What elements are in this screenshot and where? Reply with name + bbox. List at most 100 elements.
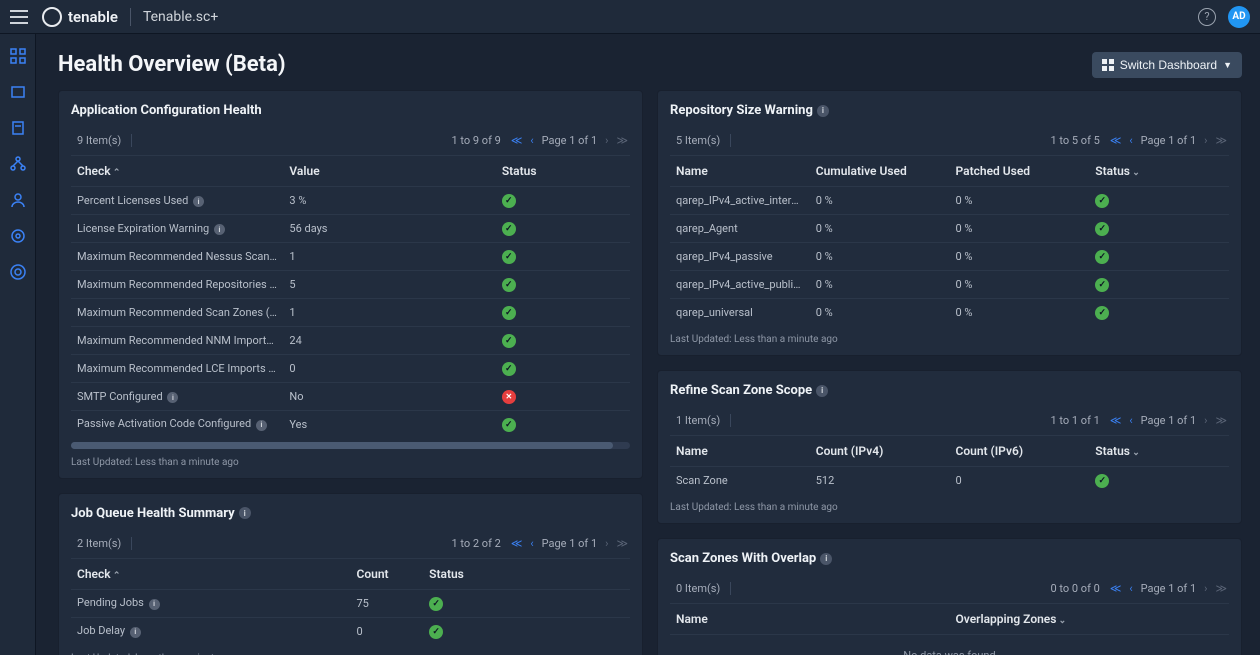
page-first-icon[interactable]: ≪ — [511, 134, 523, 147]
col-status[interactable]: Status — [496, 156, 630, 187]
card-app-config-health: Application Configuration Health 9 Item(… — [58, 90, 643, 479]
table-row[interactable]: Job Delay i0 — [71, 617, 630, 645]
info-icon[interactable]: i — [214, 224, 225, 235]
table-row[interactable]: qarep_Agent0 %0 % — [670, 215, 1229, 243]
pager: 1 Item(s) 1 to 1 of 1 ≪ ‹ Page 1 of 1 › … — [670, 408, 1229, 436]
pager: 5 Item(s) 1 to 5 of 5 ≪ ‹ Page 1 of 1 › … — [670, 128, 1229, 156]
avatar[interactable]: AD — [1228, 6, 1250, 28]
pager: 9 Item(s) 1 to 9 of 9 ≪ ‹ Page 1 of 1 › … — [71, 128, 630, 156]
col-patched[interactable]: Patched Used — [950, 156, 1090, 187]
page-indicator: Page 1 of 1 — [542, 134, 598, 147]
horizontal-scrollbar[interactable] — [71, 442, 630, 449]
card-title: Job Queue Health Summary — [71, 506, 235, 521]
page-last-icon[interactable]: ≫ — [1215, 582, 1227, 595]
info-icon[interactable]: i — [149, 599, 160, 610]
cell-cumulative: 0 % — [810, 271, 950, 299]
switch-dashboard-button[interactable]: Switch Dashboard ▼ — [1092, 52, 1242, 78]
col-name[interactable]: Name — [670, 156, 810, 187]
table-row[interactable]: License Expiration Warning i56 days — [71, 215, 630, 243]
nav-dashboard-icon[interactable] — [10, 48, 26, 64]
col-overlapping[interactable]: Overlapping Zones — [950, 604, 1230, 635]
cell-status — [423, 617, 630, 645]
col-check[interactable]: Check — [71, 559, 351, 590]
table-row[interactable]: Maximum Recommended LCE Imports Per Da 0 — [71, 355, 630, 383]
col-cumulative[interactable]: Cumulative Used — [810, 156, 950, 187]
item-range: 1 to 2 of 2 — [132, 537, 511, 550]
col-check[interactable]: Check — [71, 156, 283, 187]
table-row[interactable]: Scan Zone5120 — [670, 467, 1229, 495]
overlap-table: Name Overlapping Zones — [670, 604, 1229, 635]
page-last-icon[interactable]: ≫ — [1215, 134, 1227, 147]
table-row[interactable]: Percent Licenses Used i3 % — [71, 187, 630, 215]
info-icon[interactable]: i — [256, 420, 267, 431]
table-row[interactable]: SMTP Configured iNo — [71, 383, 630, 411]
table-row[interactable]: qarep_universal0 %0 % — [670, 299, 1229, 327]
table-row[interactable]: qarep_IPv4_passive0 %0 % — [670, 243, 1229, 271]
grid-icon — [1102, 59, 1114, 71]
info-icon[interactable]: i — [193, 196, 204, 207]
page-prev-icon[interactable]: ‹ — [1129, 582, 1132, 595]
cell-name: qarep_IPv4_active_internal — [670, 187, 810, 215]
table-row[interactable]: Maximum Recommended Repositories (200) i… — [71, 271, 630, 299]
nav-user-icon[interactable] — [10, 192, 26, 208]
col-name[interactable]: Name — [670, 436, 810, 467]
help-icon[interactable]: ? — [1198, 8, 1216, 26]
page-first-icon[interactable]: ≪ — [1110, 414, 1122, 427]
table-row[interactable]: Maximum Recommended Scan Zones (100) i1 — [71, 299, 630, 327]
cell-check: License Expiration Warning i — [71, 215, 283, 243]
card-job-queue: Job Queue Health Summary i 2 Item(s) 1 t… — [58, 493, 643, 655]
page-prev-icon[interactable]: ‹ — [530, 537, 533, 550]
page-last-icon[interactable]: ≫ — [1215, 414, 1227, 427]
nav-target-icon[interactable] — [10, 228, 26, 244]
page-next-icon[interactable]: › — [605, 537, 608, 550]
info-icon[interactable]: i — [816, 385, 828, 397]
col-count-ipv4[interactable]: Count (IPv4) — [810, 436, 950, 467]
status-ok-icon — [1095, 194, 1109, 208]
item-count: 9 Item(s) — [77, 134, 132, 147]
card-title: Refine Scan Zone Scope — [670, 383, 812, 398]
col-status[interactable]: Status — [1089, 156, 1229, 187]
page-next-icon[interactable]: › — [605, 134, 608, 147]
table-row[interactable]: Passive Activation Code Configured iYes — [71, 410, 630, 438]
info-icon[interactable]: i — [239, 507, 251, 519]
card-title: Application Configuration Health — [71, 103, 262, 118]
info-icon[interactable]: i — [130, 627, 141, 638]
info-icon[interactable]: i — [820, 553, 832, 565]
status-ok-icon — [1095, 474, 1109, 488]
page-indicator: Page 1 of 1 — [542, 537, 598, 550]
table-row[interactable]: Maximum Recommended NNM Imports Per Da 2… — [71, 327, 630, 355]
page-last-icon[interactable]: ≫ — [616, 134, 628, 147]
nav-reports-icon[interactable] — [10, 120, 26, 136]
col-value[interactable]: Value — [283, 156, 495, 187]
page-last-icon[interactable]: ≫ — [616, 537, 628, 550]
col-status[interactable]: Status — [423, 559, 630, 590]
col-status[interactable]: Status — [1089, 436, 1229, 467]
nav-network-icon[interactable] — [10, 156, 26, 172]
cell-count: 0 — [351, 617, 424, 645]
info-icon[interactable]: i — [817, 105, 829, 117]
cell-status — [1089, 271, 1229, 299]
col-count-ipv6[interactable]: Count (IPv6) — [950, 436, 1090, 467]
menu-toggle-icon[interactable] — [10, 10, 28, 24]
info-icon[interactable]: i — [167, 392, 178, 403]
table-row[interactable]: Maximum Recommended Nessus Scanners (2 1 — [71, 243, 630, 271]
col-name[interactable]: Name — [670, 604, 950, 635]
page-prev-icon[interactable]: ‹ — [1129, 134, 1132, 147]
page-prev-icon[interactable]: ‹ — [530, 134, 533, 147]
page-first-icon[interactable]: ≪ — [1110, 582, 1122, 595]
product-name: Tenable.sc+ — [143, 9, 218, 25]
page-prev-icon[interactable]: ‹ — [1129, 414, 1132, 427]
page-first-icon[interactable]: ≪ — [1110, 134, 1122, 147]
nav-assets-icon[interactable] — [10, 84, 26, 100]
page-first-icon[interactable]: ≪ — [511, 537, 523, 550]
page-next-icon[interactable]: › — [1204, 134, 1207, 147]
cell-name: qarep_IPv4_passive — [670, 243, 810, 271]
col-count[interactable]: Count — [351, 559, 424, 590]
item-count: 1 Item(s) — [676, 414, 731, 427]
nav-settings-icon[interactable] — [10, 264, 26, 280]
page-next-icon[interactable]: › — [1204, 582, 1207, 595]
table-row[interactable]: qarep_IPv4_active_public_tar…0 %0 % — [670, 271, 1229, 299]
table-row[interactable]: qarep_IPv4_active_internal0 %0 % — [670, 187, 1229, 215]
page-next-icon[interactable]: › — [1204, 414, 1207, 427]
table-row[interactable]: Pending Jobs i75 — [71, 589, 630, 617]
